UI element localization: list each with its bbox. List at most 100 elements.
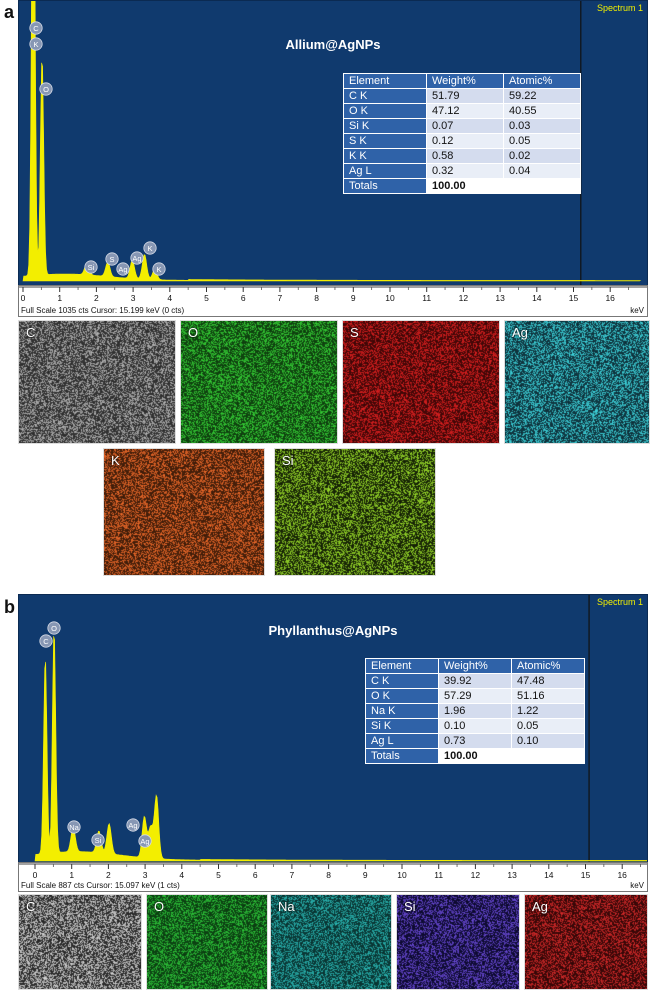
x-tick-label: 7 [290, 870, 295, 880]
x-tick-label: 11 [434, 870, 443, 880]
element-map-ag: Ag [504, 320, 650, 444]
table-cell: 51.79 [426, 88, 504, 104]
peak-label-O: O [39, 82, 53, 96]
x-tick-label: 16 [617, 870, 627, 880]
peak-label-S: S [105, 252, 119, 266]
table-cell: Ag L [365, 733, 439, 749]
peak-label-text: Ag [128, 821, 137, 830]
table-cell: 1.96 [438, 703, 512, 719]
x-tick-label: 6 [241, 293, 246, 303]
peak-label-text: K [147, 244, 152, 253]
peak-label-Ag: Ag [126, 818, 140, 832]
table-cell: O K [365, 688, 439, 704]
table-cell: 39.92 [438, 673, 512, 689]
x-tick-label: 4 [179, 870, 184, 880]
x-tick-label: 12 [459, 293, 469, 303]
element-map-ag-b: Ag [524, 894, 648, 990]
spectrum-axis-b: 0 1 2 3 4 5 6 7 8 9 10 11 12 13 14 15 16 Full Scale 887 … [18, 862, 648, 892]
x-tick-label: 6 [253, 870, 258, 880]
map-canvas [147, 895, 267, 989]
x-tick-label: 0 [21, 293, 26, 303]
axis-unit-a: keV [630, 306, 644, 315]
peak-label-text: K [156, 265, 161, 274]
table-cell: 0.04 [503, 163, 581, 179]
peak-label-text: Ag [140, 837, 149, 846]
x-tick-label: 9 [351, 293, 356, 303]
x-tick-label: 11 [422, 293, 431, 303]
peak-label-text: Na [69, 823, 79, 832]
peak-label-C: C [39, 634, 53, 648]
table-cell: Si K [343, 118, 427, 134]
peak-label-text: Si [95, 836, 102, 845]
peak-label-text: S [109, 255, 114, 264]
x-tick-label: 2 [106, 870, 111, 880]
table-cell [511, 748, 585, 764]
table-cell: Ag L [343, 163, 427, 179]
table-header-element: Element [365, 658, 439, 674]
peak-label-O: O [47, 621, 61, 635]
element-map-c: C [18, 320, 176, 444]
map-label: Ag [532, 899, 548, 914]
table-cell: O K [343, 103, 427, 119]
table-cell: 0.05 [511, 718, 585, 734]
peak-label-text: Ag [132, 254, 141, 263]
element-map-o-b: O [146, 894, 268, 990]
table-cell: 0.03 [503, 118, 581, 134]
peak-label-Ag: Ag [130, 251, 144, 265]
table-header-element: Element [343, 73, 427, 89]
table-cell: Na K [365, 703, 439, 719]
peak-label-text: Si [88, 263, 95, 272]
x-tick-label: 15 [569, 293, 579, 303]
table-header-atomic: Atomic% [503, 73, 581, 89]
peak-label-text: O [43, 85, 49, 94]
x-tick-label: 3 [131, 293, 136, 303]
peak-label-Si: Si [91, 833, 105, 847]
peak-label-Na: Na [67, 820, 81, 834]
table-cell: 0.07 [426, 118, 504, 134]
x-tick-label: 5 [204, 293, 209, 303]
peak-label-text: K [33, 40, 38, 49]
table-cell [503, 178, 581, 194]
x-tick-label: 13 [495, 293, 505, 303]
table-cell: 100.00 [438, 748, 512, 764]
status-readout-a: Full Scale 1035 cts Cursor: 15.199 keV (… [21, 306, 185, 315]
table-cell: 57.29 [438, 688, 512, 704]
x-tick-label: 14 [532, 293, 542, 303]
table-cell: Totals [365, 748, 439, 764]
spectrum-plot-b: Phyllanthus@AgNPs Spectrum 1 C O Na Si Ag Ag … [18, 594, 648, 864]
map-label: K [111, 453, 120, 468]
peak-label-Si: Si [84, 260, 98, 274]
element-map-o: O [180, 320, 338, 444]
table-header-weight: Weight% [438, 658, 512, 674]
table-cell: 0.10 [511, 733, 585, 749]
x-tick-label: 10 [397, 870, 407, 880]
peak-label-text: C [43, 637, 49, 646]
x-tick-label: 1 [57, 293, 62, 303]
table-cell: 0.32 [426, 163, 504, 179]
map-label: Na [278, 899, 295, 914]
element-table-a: Element Weight% Atomic% C K 51.79 59.22 O … [343, 73, 581, 194]
map-canvas [181, 321, 337, 443]
map-label: C [26, 899, 36, 914]
spectrum-plot-a: Allium@AgNPs Spectrum 1 C K O Si S Ag Ag K K Ele… [18, 0, 648, 287]
element-table-b: Element Weight% Atomic% C K 39.92 47.48 O … [365, 658, 585, 764]
table-cell: 40.55 [503, 103, 581, 119]
element-map-na-b: Na [270, 894, 392, 990]
table-cell: 1.22 [511, 703, 585, 719]
status-readout-b: Full Scale 887 cts Cursor: 15.097 keV (1… [21, 881, 180, 890]
x-tick-label: 5 [216, 870, 221, 880]
map-label: Ag [512, 325, 528, 340]
table-header-weight: Weight% [426, 73, 504, 89]
peak-label-C: C [29, 21, 43, 35]
table-cell: Si K [365, 718, 439, 734]
element-map-c-b: C [18, 894, 142, 990]
spectrum-axis-a: 0 1 2 3 4 5 6 7 8 9 10 11 12 13 14 15 16 Full Scale 1035… [18, 285, 648, 317]
map-label: O [154, 899, 165, 914]
element-map-si-b: Si [396, 894, 520, 990]
table-cell: 0.58 [426, 148, 504, 164]
table-cell: 51.16 [511, 688, 585, 704]
map-label: Si [282, 453, 294, 468]
x-tick-label: 13 [507, 870, 517, 880]
map-label: Si [404, 899, 416, 914]
table-cell: 0.12 [426, 133, 504, 149]
